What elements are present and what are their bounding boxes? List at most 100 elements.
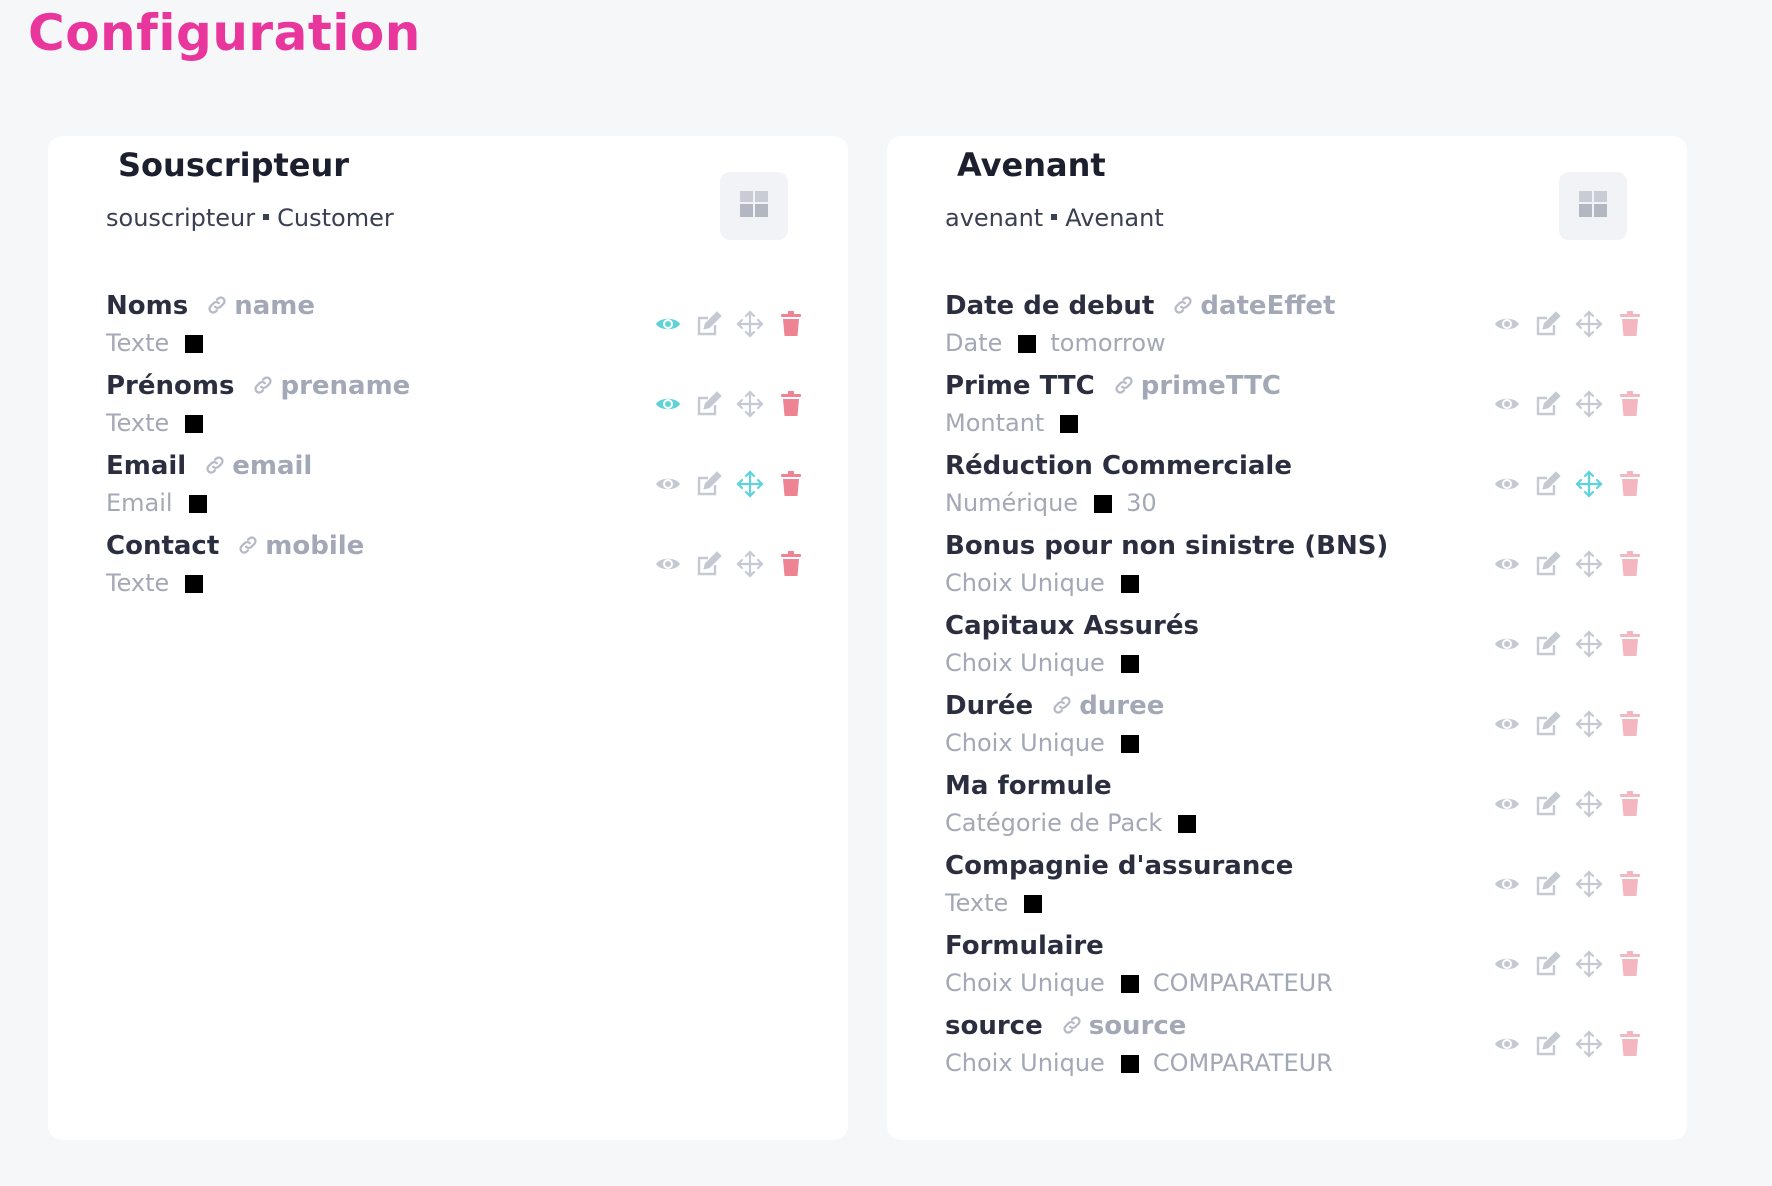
field-type: Texte <box>106 409 170 437</box>
edit-icon[interactable] <box>694 469 724 499</box>
link-icon <box>1172 291 1200 321</box>
color-swatch <box>185 415 204 433</box>
edit-icon[interactable] <box>1533 309 1563 339</box>
field-type: Texte <box>106 329 170 357</box>
eye-icon[interactable] <box>1492 469 1522 499</box>
trash-icon[interactable] <box>1615 629 1645 659</box>
field-link: dateEffet <box>1172 291 1335 321</box>
move-icon[interactable] <box>735 549 765 579</box>
field-row: source source Choix Unique COMPARATEUR <box>945 1011 1645 1091</box>
field-actions <box>1481 869 1645 899</box>
eye-icon[interactable] <box>1492 869 1522 899</box>
field-actions <box>1481 469 1645 499</box>
move-icon[interactable] <box>735 309 765 339</box>
link-icon <box>1061 1011 1089 1041</box>
card-key: souscripteur <box>106 204 256 232</box>
trash-icon[interactable] <box>1615 469 1645 499</box>
trash-icon[interactable] <box>1615 869 1645 899</box>
move-icon[interactable] <box>735 469 765 499</box>
edit-icon[interactable] <box>694 549 724 579</box>
edit-icon[interactable] <box>1533 469 1563 499</box>
trash-icon[interactable] <box>1615 709 1645 739</box>
trash-icon[interactable] <box>776 309 806 339</box>
eye-icon[interactable] <box>653 389 683 419</box>
move-icon[interactable] <box>1574 629 1604 659</box>
trash-icon[interactable] <box>1615 1029 1645 1059</box>
move-icon[interactable] <box>1574 389 1604 419</box>
field-type: Numérique <box>945 489 1079 517</box>
edit-icon[interactable] <box>1533 629 1563 659</box>
color-swatch <box>1178 815 1197 833</box>
move-icon[interactable] <box>1574 1029 1604 1059</box>
move-icon[interactable] <box>1574 709 1604 739</box>
trash-icon[interactable] <box>1615 309 1645 339</box>
move-icon[interactable] <box>1574 469 1604 499</box>
field-actions <box>642 309 806 339</box>
edit-icon[interactable] <box>1533 389 1563 419</box>
field-row: Compagnie d'assurance Texte <box>945 851 1645 931</box>
field-row: Contact mobile Texte <box>106 531 806 611</box>
edit-icon[interactable] <box>1533 549 1563 579</box>
field-row: Bonus pour non sinistre (BNS) Choix Uniqu… <box>945 531 1645 611</box>
field-link: name <box>206 291 315 321</box>
eye-icon[interactable] <box>653 549 683 579</box>
trash-icon[interactable] <box>776 389 806 419</box>
color-swatch <box>1120 735 1139 753</box>
eye-icon[interactable] <box>653 309 683 339</box>
field-name: Email <box>106 451 187 481</box>
move-icon[interactable] <box>1574 309 1604 339</box>
trash-icon[interactable] <box>776 549 806 579</box>
edit-icon[interactable] <box>694 309 724 339</box>
grid-icon <box>740 191 768 221</box>
field-link-key: dateEffet <box>1200 291 1336 321</box>
link-icon <box>1113 371 1141 401</box>
field-row: Prénoms prename Texte <box>106 371 806 451</box>
field-row: Email email Email <box>106 451 806 531</box>
eye-icon[interactable] <box>653 469 683 499</box>
move-icon[interactable] <box>1574 869 1604 899</box>
field-link: source <box>1061 1011 1186 1041</box>
field-actions <box>1481 549 1645 579</box>
trash-icon[interactable] <box>1615 789 1645 819</box>
eye-icon[interactable] <box>1492 709 1522 739</box>
field-link: duree <box>1051 691 1164 721</box>
field-row: Ma formule Catégorie de Pack <box>945 771 1645 851</box>
edit-icon[interactable] <box>1533 1029 1563 1059</box>
color-swatch <box>1060 415 1079 433</box>
trash-icon[interactable] <box>1615 389 1645 419</box>
field-default-value: COMPARATEUR <box>1152 969 1333 997</box>
field-row: Réduction Commerciale Numérique 30 <box>945 451 1645 531</box>
edit-icon[interactable] <box>694 389 724 419</box>
layout-grid-button[interactable] <box>720 172 788 240</box>
eye-icon[interactable] <box>1492 549 1522 579</box>
edit-icon[interactable] <box>1533 869 1563 899</box>
move-icon[interactable] <box>1574 549 1604 579</box>
field-actions <box>1481 1029 1645 1059</box>
edit-icon[interactable] <box>1533 949 1563 979</box>
field-name: source <box>945 1011 1043 1041</box>
eye-icon[interactable] <box>1492 789 1522 819</box>
edit-icon[interactable] <box>1533 789 1563 819</box>
field-name: Prime TTC <box>945 371 1095 401</box>
field-actions <box>1481 389 1645 419</box>
field-actions <box>642 389 806 419</box>
eye-icon[interactable] <box>1492 949 1522 979</box>
trash-icon[interactable] <box>1615 549 1645 579</box>
trash-icon[interactable] <box>1615 949 1645 979</box>
layout-grid-button[interactable] <box>1559 172 1627 240</box>
field-name: Ma formule <box>945 771 1112 801</box>
field-name: Prénoms <box>106 371 235 401</box>
field-actions <box>642 549 806 579</box>
eye-icon[interactable] <box>1492 629 1522 659</box>
field-link-key: name <box>234 291 315 321</box>
field-type: Montant <box>945 409 1045 437</box>
move-icon[interactable] <box>1574 949 1604 979</box>
field-list: Date de debut dateEffet Date tomorrow Prime … <box>945 291 1645 1091</box>
edit-icon[interactable] <box>1533 709 1563 739</box>
move-icon[interactable] <box>735 389 765 419</box>
trash-icon[interactable] <box>776 469 806 499</box>
move-icon[interactable] <box>1574 789 1604 819</box>
eye-icon[interactable] <box>1492 389 1522 419</box>
eye-icon[interactable] <box>1492 309 1522 339</box>
eye-icon[interactable] <box>1492 1029 1522 1059</box>
